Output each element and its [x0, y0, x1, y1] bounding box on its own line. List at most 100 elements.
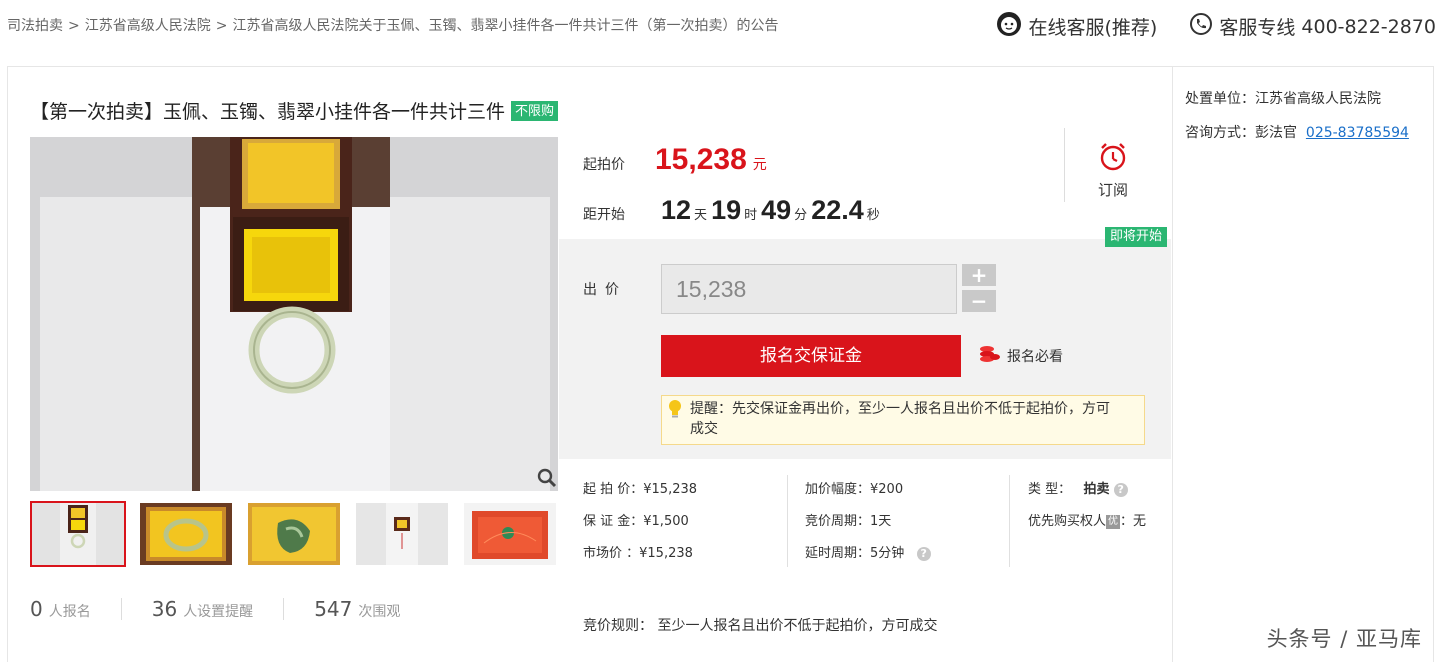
contact-name: 彭法官: [1255, 125, 1297, 141]
stat-number: 547: [314, 597, 353, 621]
start-price-label: 起拍价: [583, 157, 625, 173]
detail-value: ¥1,500: [643, 514, 689, 529]
countdown-unit: 时: [744, 208, 758, 223]
must-read-link[interactable]: 报名必看: [979, 344, 1063, 368]
breadcrumb: 司法拍卖 > 江苏省高级人民法院 > 江苏省高级人民法院关于玉佩、玉镯、翡翠小挂件各一件…: [7, 15, 778, 35]
zoom-icon[interactable]: [536, 467, 558, 493]
contact-phone-link[interactable]: 025-83785594: [1306, 125, 1409, 141]
phone-icon: [1189, 12, 1213, 41]
start-price-row: 起拍价 15,238 元: [583, 143, 767, 177]
stat-label: 次围观: [358, 604, 401, 620]
countdown-seconds: 22.4: [811, 195, 864, 225]
breadcrumb-item-current: 江苏省高级人民法院关于玉佩、玉镯、翡翠小挂件各一件共计三件（第一次拍卖）的公告: [232, 18, 779, 34]
countdown-unit: 天: [694, 208, 708, 223]
disposal-org-label: 处置单位：: [1185, 91, 1255, 107]
detail-key: 延时周期：: [805, 546, 871, 561]
auction-title-row: 【第一次拍卖】玉佩、玉镯、翡翠小挂件各一件共计三件 不限购: [30, 97, 559, 124]
countdown-hours: 19: [711, 195, 742, 225]
detail-value: 5分钟: [870, 546, 905, 561]
stat-label: 人设置提醒: [183, 604, 254, 620]
hotline-number: 400-822-2870: [1301, 15, 1436, 38]
detail-value: ¥15,238: [643, 482, 698, 497]
detail-extension: 延时周期：5分钟 ?: [805, 542, 931, 561]
thumbnail-1[interactable]: [30, 501, 126, 567]
countdown-days: 12: [661, 195, 692, 225]
thumbnail-3[interactable]: [246, 501, 342, 567]
stat-views: 547 次围观: [314, 597, 400, 621]
auction-panel: 【第一次拍卖】玉佩、玉镯、翡翠小挂件各一件共计三件 不限购 0 人报名 36 人…: [7, 66, 1434, 662]
main-photo[interactable]: [30, 137, 558, 491]
disposal-org-value: 江苏省高级人民法院: [1255, 91, 1381, 107]
breadcrumb-item-court[interactable]: 江苏省高级人民法院: [85, 18, 211, 34]
lightbulb-icon: [667, 399, 683, 425]
detail-key: 优先购买权人: [1028, 514, 1107, 529]
thumbnail-strip: [30, 501, 570, 567]
countdown-row: 距开始 12 天 19 时 49 分 22.4 秒: [583, 195, 884, 226]
detail-bid-period: 竞价周期：1天: [805, 510, 891, 529]
stat-divider: [283, 598, 285, 620]
hotline: 客服专线 400-822-2870: [1189, 12, 1436, 41]
bid-decrease-button[interactable]: −: [962, 290, 996, 312]
detail-key: 保 证 金：: [583, 514, 644, 529]
contact-info: 咨询方式：彭法官 025-83785594: [1185, 122, 1409, 142]
countdown-unit: 分: [794, 208, 808, 223]
detail-start-price: 起 拍 价：¥15,238: [583, 478, 697, 497]
start-price-unit: 元: [752, 157, 767, 173]
detail-value: 拍卖: [1083, 482, 1110, 497]
help-icon[interactable]: ?: [1113, 482, 1128, 497]
countdown-minutes: 49: [761, 195, 792, 225]
breadcrumb-item-judicial-auction[interactable]: 司法拍卖: [7, 18, 63, 34]
detail-key: 加价幅度：: [805, 482, 871, 497]
alarm-clock-icon: [1098, 143, 1128, 177]
breadcrumb-separator: >: [68, 18, 80, 34]
detail-value: 1天: [870, 514, 892, 529]
auction-title: 【第一次拍卖】玉佩、玉镯、翡翠小挂件各一件共计三件: [30, 101, 506, 123]
contact-label: 咨询方式：: [1185, 125, 1255, 141]
signup-deposit-button[interactable]: 报名交保证金: [661, 335, 961, 377]
header-contact: 在线客服(推荐) 客服专线 400-822-2870: [995, 10, 1436, 43]
bid-amount-input[interactable]: 15,238: [661, 264, 957, 314]
stat-divider: [120, 598, 122, 620]
countdown-label: 距开始: [583, 207, 625, 223]
detail-deposit: 保 证 金：¥1,500: [583, 510, 689, 529]
start-price-value: 15,238: [655, 143, 747, 176]
detail-value: ¥200: [870, 482, 904, 497]
online-service-link[interactable]: 在线客服(推荐): [995, 10, 1158, 43]
bid-increase-button[interactable]: +: [962, 264, 996, 286]
bid-label: 出价: [583, 282, 627, 298]
detail-key: 起 拍 价：: [583, 482, 644, 497]
breadcrumb-separator: >: [215, 18, 228, 34]
detail-key: 竞价周期：: [805, 514, 871, 529]
watermark: 头条号 / 亚马库: [1266, 627, 1422, 651]
thumbnail-4[interactable]: [354, 501, 450, 567]
unlimited-badge: 不限购: [511, 100, 559, 121]
detail-value: ¥15,238: [639, 546, 693, 561]
coins-icon: [979, 344, 1001, 368]
detail-type: 类 型： 拍卖 ?: [1028, 478, 1128, 497]
bid-box: 即将开始 出价 15,238 + − 报名交保证金 报名必看 提醒：先交保证金再…: [559, 227, 1171, 459]
auction-stats: 0 人报名 36 人设置提醒 547 次围观: [30, 597, 400, 621]
reminder-tip: 提醒：先交保证金再出价，至少一人报名且出价不低于起拍价，方可成交: [661, 395, 1145, 445]
status-badge: 即将开始: [1104, 227, 1167, 247]
thumbnail-2[interactable]: [138, 501, 234, 567]
details-divider: [1009, 475, 1010, 567]
subscribe-button[interactable]: 订阅: [1079, 141, 1147, 200]
right-sidebar: 处置单位：江苏省高级人民法院 咨询方式：彭法官 025-83785594: [1172, 67, 1434, 662]
stat-number: 36: [151, 597, 178, 621]
detail-value: ：无: [1120, 514, 1147, 529]
stat-number: 0: [30, 597, 43, 621]
detail-key: 市场价 ：: [583, 546, 640, 561]
countdown-unit: 秒: [866, 208, 880, 223]
help-icon[interactable]: ?: [916, 546, 931, 561]
subscribe-label: 订阅: [1097, 181, 1128, 199]
detail-increment: 加价幅度：¥200: [805, 478, 903, 497]
thumbnail-5[interactable]: [462, 501, 558, 567]
priority-badge-icon: 优: [1106, 514, 1121, 529]
detail-priority: 优先购买权人优：无: [1028, 510, 1146, 529]
customer-service-icon: [995, 10, 1023, 43]
stat-signups: 0 人报名: [30, 597, 91, 621]
detail-key: 类 型：: [1028, 482, 1072, 497]
details-divider: [787, 475, 788, 567]
online-service-label: 在线客服(推荐): [1028, 17, 1158, 39]
stat-label: 人报名: [48, 604, 91, 620]
